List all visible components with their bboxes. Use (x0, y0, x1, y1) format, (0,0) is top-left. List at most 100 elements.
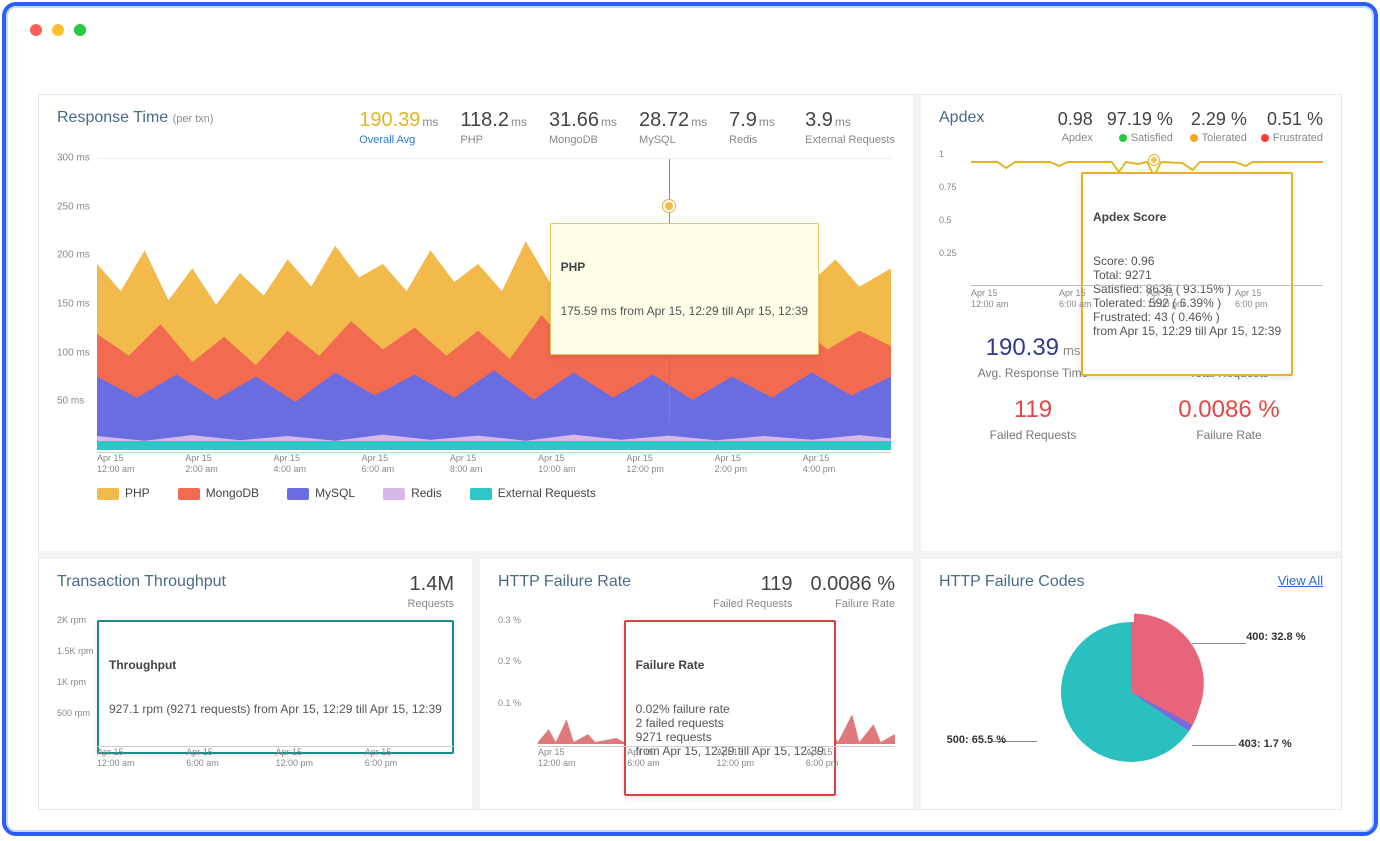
metric-overall-avg: 190.39msOverall Avg (359, 109, 438, 146)
y-tick: 1K rpm (57, 677, 86, 687)
x-tick: Apr 156:00 am (362, 453, 450, 478)
tooltip-title: Apdex Score (1093, 210, 1281, 224)
x-tick: Apr 156:00 am (1059, 288, 1147, 314)
throughput-total: 1.4M Requests (400, 573, 454, 610)
failure-metrics: 119Failed Requests 0.0086 %Failure Rate (713, 573, 895, 610)
legend-item[interactable]: MySQL (287, 486, 355, 500)
pie-label-400: 400: 32.8 % (1246, 631, 1305, 643)
metric-redis: 7.9msRedis (729, 109, 783, 146)
failure-codes-pie[interactable]: 400: 32.8 % 403: 1.7 % 500: 65.5 % (939, 597, 1323, 787)
pie-label-403: 403: 1.7 % (1239, 738, 1292, 750)
app-window: Response Time (per txn) 190.39msOverall … (2, 2, 1378, 836)
x-tick: Apr 1512:00 pm (717, 747, 806, 770)
y-tick: 200 ms (57, 250, 90, 261)
apdex-metric: 0.98Apdex (1033, 109, 1093, 144)
summary-stat: 119Failed Requests (939, 396, 1127, 442)
window-traffic-lights (30, 24, 86, 36)
metric-mongodb: 31.66msMongoDB (549, 109, 617, 146)
response-time-metrics: 190.39msOverall Avg 118.2msPHP 31.66msMong… (359, 109, 895, 146)
x-tick: Apr 156:00 am (186, 747, 275, 770)
y-tick: 500 rpm (57, 708, 90, 718)
legend-item[interactable]: External Requests (470, 486, 596, 500)
tooltip-body: 175.59 ms from Apr 15, 12:29 till Apr 15… (561, 304, 808, 318)
y-tick: 1.5K rpm (57, 646, 94, 656)
throughput-title: Transaction Throughput (57, 573, 400, 591)
apdex-metric: 0.51 %Frustrated (1261, 109, 1323, 144)
chart-x-axis: Apr 1512:00 amApr 156:00 amApr 1512:00 p… (538, 746, 895, 770)
x-tick: Apr 152:00 am (185, 453, 273, 478)
response-time-title: Response Time (per txn) (57, 109, 337, 127)
panel-subtitle: (per txn) (173, 113, 214, 125)
failure-codes-title: HTTP Failure Codes (939, 573, 1085, 591)
response-time-panel: Response Time (per txn) 190.39msOverall … (39, 95, 913, 551)
apdex-metric: 97.19 %Satisfied (1107, 109, 1173, 144)
apdex-panel: Apdex 0.98Apdex97.19 %Satisfied2.29 %Tol… (921, 95, 1341, 551)
apdex-chart[interactable]: 10.750.50.25 Apdex Score Score: 0.96Tota… (971, 154, 1323, 314)
chart-x-axis: Apr 1512:00 amApr 156:00 amApr 1512:00 p… (971, 288, 1323, 314)
summary-stat: 0.0086 %Failure Rate (1135, 396, 1323, 442)
chart-hover-marker (663, 200, 675, 212)
apdex-metrics: 0.98Apdex 97.19 %Satisfied 2.29 %Tolerated… (1033, 109, 1323, 144)
legend-item[interactable]: Redis (383, 486, 442, 500)
response-time-tooltip: PHP 175.59 ms from Apr 15, 12:29 till Ap… (550, 223, 819, 355)
x-tick: Apr 1512:00 pm (1147, 288, 1235, 314)
pie-slice-400 (1064, 614, 1204, 754)
dashboard-grid: Response Time (per txn) 190.39msOverall … (38, 94, 1342, 810)
metric-label: Requests (400, 598, 454, 610)
response-time-chart[interactable]: 300 ms250 ms200 ms150 ms100 ms50 ms PHP … (97, 158, 891, 478)
view-all-link[interactable]: View All (1278, 573, 1323, 588)
throughput-chart[interactable]: 2K rpm1.5K rpm1K rpm500 rpm Throughput 9… (97, 620, 454, 770)
y-tick: 0.2 % (498, 656, 521, 666)
y-tick: 0.75 (939, 182, 957, 192)
failure-codes-panel: HTTP Failure Codes View All 400: 32.8 % … (921, 559, 1341, 809)
y-tick: 50 ms (57, 396, 84, 407)
response-time-legend: PHP MongoDB MySQL Redis External Requests (97, 486, 895, 500)
x-tick: Apr 154:00 am (273, 453, 361, 478)
x-tick: Apr 156:00 pm (1235, 288, 1323, 314)
failure-metric: 0.0086 %Failure Rate (810, 573, 895, 610)
tooltip-title: Throughput (109, 658, 442, 672)
y-tick: 1 (939, 149, 944, 159)
failure-chart[interactable]: 0.3 %0.2 %0.1 % Failure Rate 0.02% failu… (538, 620, 895, 770)
pie-label-500: 500: 65.5 % (947, 734, 1006, 746)
minimize-icon[interactable] (52, 24, 64, 36)
metric-value: 1.4M (400, 573, 454, 596)
y-tick: 0.3 % (498, 615, 521, 625)
metric-external-requests: 3.9msExternal Requests (805, 109, 895, 146)
x-tick: Apr 154:00 pm (803, 453, 891, 478)
x-tick: Apr 156:00 pm (365, 747, 454, 770)
x-tick: Apr 158:00 am (450, 453, 538, 478)
failure-title: HTTP Failure Rate (498, 573, 713, 591)
tooltip-title: PHP (561, 260, 808, 274)
throughput-panel: Transaction Throughput 1.4M Requests 2K … (39, 559, 472, 809)
apdex-hover-marker (1149, 155, 1159, 165)
x-tick: Apr 156:00 am (627, 747, 716, 770)
y-tick: 150 ms (57, 299, 90, 310)
x-tick: Apr 1512:00 pm (276, 747, 365, 770)
x-tick: Apr 1512:00 pm (626, 453, 714, 478)
legend-item[interactable]: PHP (97, 486, 150, 500)
y-tick: 100 ms (57, 347, 90, 358)
x-tick: Apr 1512:00 am (971, 288, 1059, 314)
x-tick: Apr 1510:00 am (538, 453, 626, 478)
metric-php: 118.2msPHP (460, 109, 527, 146)
x-tick: Apr 156:00 pm (806, 747, 895, 770)
y-tick: 0.1 % (498, 698, 521, 708)
y-tick: 250 ms (57, 201, 90, 212)
failure-metric: 119Failed Requests (713, 573, 793, 610)
chart-x-axis: Apr 1512:00 amApr 152:00 amApr 154:00 am… (97, 452, 891, 478)
zoom-icon[interactable] (74, 24, 86, 36)
y-tick: 0.25 (939, 248, 957, 258)
chart-x-axis: Apr 1512:00 amApr 156:00 amApr 1512:00 p… (97, 746, 454, 770)
legend-item[interactable]: MongoDB (178, 486, 259, 500)
failure-rate-panel: HTTP Failure Rate 119Failed Requests 0.00… (480, 559, 913, 809)
apdex-tooltip: Apdex Score Score: 0.96Total: 9271Satisf… (1081, 172, 1293, 376)
tooltip-body: 927.1 rpm (9271 requests) from Apr 15, 1… (109, 702, 442, 716)
tooltip-title: Failure Rate (636, 658, 824, 672)
close-icon[interactable] (30, 24, 42, 36)
x-tick: Apr 1512:00 am (97, 453, 185, 478)
apdex-line (971, 158, 1323, 164)
chart-plot-area: PHP 175.59 ms from Apr 15, 12:29 till Ap… (97, 158, 891, 450)
y-tick: 2K rpm (57, 615, 86, 625)
apdex-metric: 2.29 %Tolerated (1187, 109, 1247, 144)
